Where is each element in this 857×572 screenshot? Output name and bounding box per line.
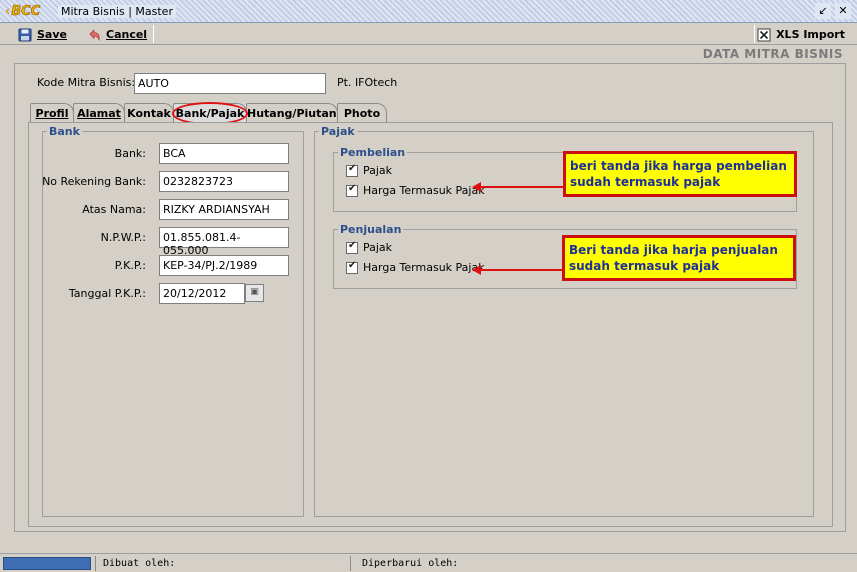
created-by-label: Dibuat oleh: bbox=[103, 558, 176, 569]
status-separator bbox=[350, 556, 351, 571]
pembelian-annotation-callout: beri tanda jika harga pembelian sudah te… bbox=[563, 151, 797, 197]
pembelian-pajak-checkbox[interactable] bbox=[346, 163, 358, 177]
save-label: Save bbox=[37, 28, 67, 41]
bank-name-input[interactable]: BCA bbox=[159, 143, 289, 164]
kode-mitra-label: Kode Mitra Bisnis: bbox=[37, 76, 136, 89]
pembelian-harga-label: Harga Termasuk Pajak bbox=[363, 184, 485, 197]
penjualan-pajak-checkbox-row[interactable]: Pajak bbox=[346, 240, 393, 254]
atas-nama-label: Atas Nama: bbox=[82, 203, 146, 216]
rekening-label: No Rekening Bank: bbox=[42, 175, 146, 188]
penjualan-group-title: Penjualan bbox=[338, 223, 404, 236]
xls-import-label: XLS Import bbox=[776, 28, 845, 41]
toolbar-separator bbox=[754, 25, 755, 43]
restore-icon[interactable]: ↙ bbox=[815, 3, 831, 19]
pembelian-harga-checkbox-row[interactable]: Harga Termasuk Pajak bbox=[346, 183, 485, 197]
penjualan-harga-label: Harga Termasuk Pajak bbox=[363, 261, 485, 274]
rekening-input[interactable]: 0232823723 bbox=[159, 171, 289, 192]
pembelian-harga-termasuk-pajak-checkbox[interactable] bbox=[346, 183, 358, 197]
callout-text-line: sudah termasuk pajak bbox=[569, 259, 720, 273]
company-name: Pt. IFOtech bbox=[337, 76, 398, 89]
bank-name-label: Bank: bbox=[114, 147, 146, 160]
callout-text-line: Beri tanda jika harja penjualan bbox=[569, 243, 778, 257]
penjualan-harga-checkbox-row[interactable]: Harga Termasuk Pajak bbox=[346, 260, 485, 274]
status-separator bbox=[95, 556, 96, 571]
annotation-arrow-head-icon bbox=[472, 265, 481, 275]
npwp-label: N.P.W.P.: bbox=[100, 231, 146, 244]
bank-group-title: Bank bbox=[47, 125, 82, 138]
pkp-label: P.K.P.: bbox=[114, 259, 146, 272]
status-bar: Dibuat oleh: Diperbarui oleh: bbox=[0, 553, 857, 572]
save-button[interactable]: Save bbox=[18, 26, 67, 43]
tab-profil[interactable]: Profil bbox=[30, 103, 74, 123]
title-bar: ‹ BCC Mitra Bisnis | Master ↙ ✕ bbox=[0, 0, 857, 23]
page-heading: DATA MITRA BISNIS bbox=[702, 47, 843, 61]
pkp-input[interactable]: KEP-34/PJ.2/1989 bbox=[159, 255, 289, 276]
excel-icon bbox=[757, 28, 771, 41]
xls-import-button[interactable]: XLS Import bbox=[757, 26, 845, 43]
annotation-arrow-line bbox=[480, 186, 564, 188]
window-title: Mitra Bisnis | Master bbox=[58, 5, 176, 18]
annotation-arrow-line bbox=[480, 269, 563, 271]
pembelian-pajak-checkbox-row[interactable]: Pajak bbox=[346, 163, 393, 177]
tab-kontak[interactable]: Kontak bbox=[124, 103, 174, 123]
tanggal-pkp-label: Tanggal P.K.P.: bbox=[68, 287, 146, 300]
back-chevron-icon: ‹ bbox=[5, 4, 11, 19]
penjualan-pajak-checkbox[interactable] bbox=[346, 240, 358, 254]
atas-nama-input[interactable]: RIZKY ARDIANSYAH bbox=[159, 199, 289, 220]
tanggal-pkp-input[interactable]: 20/12/2012 bbox=[159, 283, 245, 304]
cancel-button[interactable]: Cancel bbox=[87, 26, 147, 43]
penjualan-pajak-label: Pajak bbox=[363, 241, 393, 254]
annotation-arrow-head-icon bbox=[472, 182, 481, 192]
cancel-label: Cancel bbox=[106, 28, 148, 41]
app-logo: ‹ BCC bbox=[5, 4, 41, 20]
toolbar: Save Cancel XLS Import bbox=[0, 23, 857, 45]
callout-text-line: beri tanda jika harga pembelian bbox=[570, 159, 787, 173]
brand-logo-text: BCC bbox=[11, 4, 41, 20]
tab-alamat[interactable]: Alamat bbox=[73, 103, 125, 123]
calendar-icon[interactable]: ▣ bbox=[245, 284, 264, 302]
toolbar-separator bbox=[153, 25, 154, 43]
kode-mitra-input[interactable]: AUTO bbox=[134, 73, 326, 94]
updated-by-label: Diperbarui oleh: bbox=[362, 558, 459, 569]
penjualan-annotation-callout: Beri tanda jika harja penjualan sudah te… bbox=[562, 235, 796, 281]
tab-photo[interactable]: Photo bbox=[337, 103, 387, 123]
pembelian-group-title: Pembelian bbox=[338, 146, 408, 159]
callout-text-line: sudah termasuk pajak bbox=[570, 175, 721, 189]
floppy-disk-icon bbox=[18, 28, 32, 41]
penjualan-harga-termasuk-pajak-checkbox[interactable] bbox=[346, 260, 358, 274]
pajak-group-title: Pajak bbox=[319, 125, 357, 138]
pembelian-pajak-label: Pajak bbox=[363, 164, 393, 177]
close-icon[interactable]: ✕ bbox=[835, 3, 851, 19]
undo-arrow-icon bbox=[89, 28, 100, 41]
status-progress-bar bbox=[3, 557, 91, 570]
tab-hutang-piutang[interactable]: Hutang/Piutang bbox=[246, 103, 345, 123]
npwp-input[interactable]: 01.855.081.4-055.000 bbox=[159, 227, 289, 257]
